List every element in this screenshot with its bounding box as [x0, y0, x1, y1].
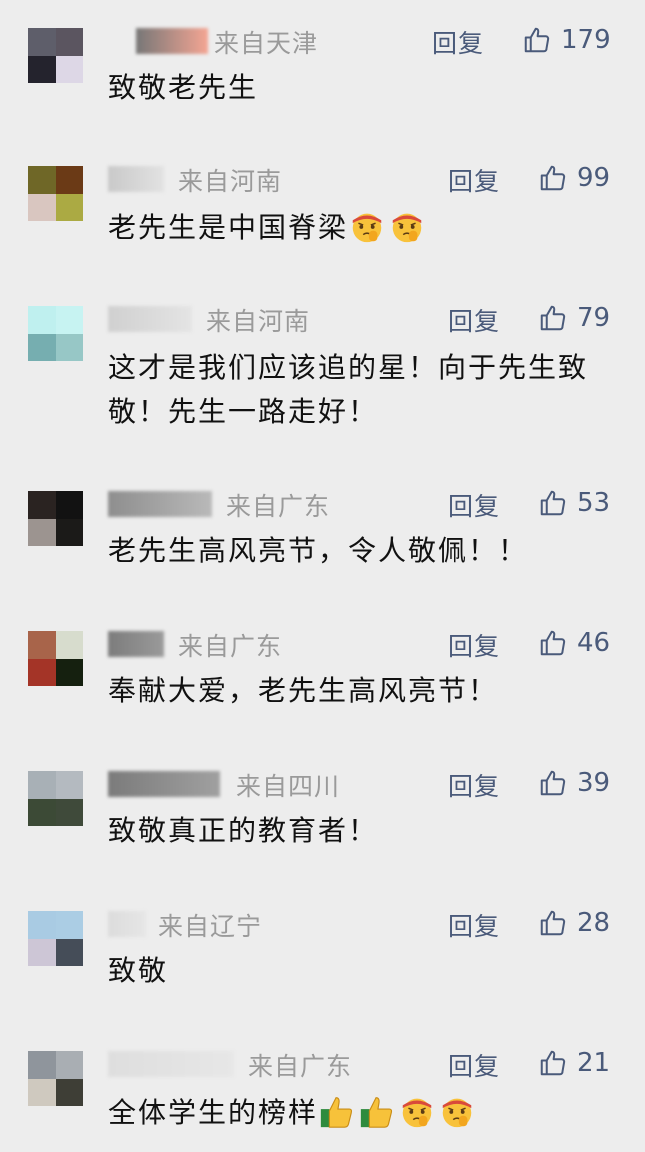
avatar[interactable]	[28, 911, 83, 966]
like-count: 179	[561, 25, 611, 55]
comment-text-content: 老先生高风亮节，令人敬佩！！	[108, 534, 529, 567]
like-count: 53	[577, 488, 611, 518]
thumbs-up-icon	[540, 910, 566, 936]
comment-text-content: 致敬真正的教育者！	[108, 814, 379, 847]
like-count: 28	[577, 908, 611, 938]
salute-face-emoji	[388, 207, 426, 245]
thumbs-up-icon	[524, 27, 550, 53]
reply-button[interactable]: 回复	[448, 162, 500, 198]
thumbs-up-icon	[540, 490, 566, 516]
thumbs-up-icon	[540, 165, 566, 191]
username-blurred[interactable]	[108, 771, 220, 797]
like-button[interactable]: 79	[538, 302, 610, 334]
like-count: 99	[577, 163, 611, 193]
username-blurred[interactable]	[108, 166, 164, 192]
reply-button[interactable]: 回复	[448, 627, 500, 663]
avatar[interactable]	[28, 1051, 83, 1106]
comment-text: 致敬	[108, 949, 618, 993]
thumbs-up-icon	[540, 1050, 566, 1076]
avatar[interactable]	[28, 306, 83, 361]
like-button[interactable]: 99	[538, 162, 610, 194]
avatar[interactable]	[28, 491, 83, 546]
location-label: 来自天津	[214, 29, 319, 58]
username-blurred[interactable]	[108, 306, 192, 332]
thumbs-up-icon	[540, 305, 566, 331]
location-label: 来自广东	[226, 492, 331, 521]
thumbs-up-emoji	[318, 1092, 356, 1130]
comment-text: 这才是我们应该追的星！向于先生致敬！先生一路走好！	[108, 346, 618, 434]
username-blurred[interactable]	[108, 1051, 234, 1077]
like-button[interactable]: 53	[538, 487, 610, 519]
comment-text: 老先生是中国脊梁	[108, 206, 618, 250]
comment-text: 致敬真正的教育者！	[108, 809, 618, 853]
location-label: 来自辽宁	[158, 912, 263, 941]
like-button[interactable]: 39	[538, 767, 610, 799]
username-blurred[interactable]	[108, 631, 164, 657]
reply-button[interactable]: 回复	[448, 302, 500, 338]
reply-button[interactable]: 回复	[448, 907, 500, 943]
location-label: 来自河南	[178, 167, 283, 196]
username-blurred[interactable]	[136, 28, 208, 54]
thumbs-up-icon	[540, 770, 566, 796]
comment-text-content: 这才是我们应该追的星！向于先生致敬！先生一路走好！	[108, 351, 589, 428]
username-blurred[interactable]	[108, 491, 212, 517]
comment-list: 来自天津 回复 179 致敬老先生 来自河南 回复 99 老先生是中国脊梁 来自…	[0, 0, 645, 1152]
avatar[interactable]	[28, 771, 83, 826]
like-count: 79	[577, 303, 611, 333]
comment-text-content: 致敬老先生	[108, 71, 259, 104]
comment-text-content: 老先生是中国脊梁	[108, 211, 349, 244]
comment-text-content: 致敬	[108, 954, 169, 987]
comment-text-content: 奉献大爱，老先生高风亮节！	[108, 674, 499, 707]
thumbs-up-icon	[540, 630, 566, 656]
salute-face-emoji	[438, 1092, 476, 1130]
like-count: 39	[577, 768, 611, 798]
like-count: 21	[577, 1048, 611, 1078]
salute-face-emoji	[398, 1092, 436, 1130]
salute-face-emoji	[348, 207, 386, 245]
like-button[interactable]: 28	[538, 907, 610, 939]
comment-text-content: 全体学生的榜样	[108, 1096, 319, 1129]
like-button[interactable]: 179	[522, 24, 611, 56]
thumbs-up-emoji	[358, 1092, 396, 1130]
location-label: 来自四川	[236, 772, 341, 801]
avatar[interactable]	[28, 631, 83, 686]
avatar[interactable]	[28, 28, 83, 83]
reply-button[interactable]: 回复	[448, 767, 500, 803]
avatar[interactable]	[28, 166, 83, 221]
comment-text: 致敬老先生	[108, 66, 618, 110]
comment-text: 奉献大爱，老先生高风亮节！	[108, 669, 618, 713]
like-count: 46	[577, 628, 611, 658]
location-label: 来自广东	[178, 632, 283, 661]
username-blurred[interactable]	[108, 911, 146, 937]
like-button[interactable]: 21	[538, 1047, 610, 1079]
location-label: 来自广东	[248, 1052, 353, 1081]
comment-text: 老先生高风亮节，令人敬佩！！	[108, 529, 618, 573]
location-label: 来自河南	[206, 307, 311, 336]
like-button[interactable]: 46	[538, 627, 610, 659]
reply-button[interactable]: 回复	[432, 24, 484, 60]
reply-button[interactable]: 回复	[448, 1047, 500, 1083]
reply-button[interactable]: 回复	[448, 487, 500, 523]
comment-text: 全体学生的榜样	[108, 1091, 618, 1135]
